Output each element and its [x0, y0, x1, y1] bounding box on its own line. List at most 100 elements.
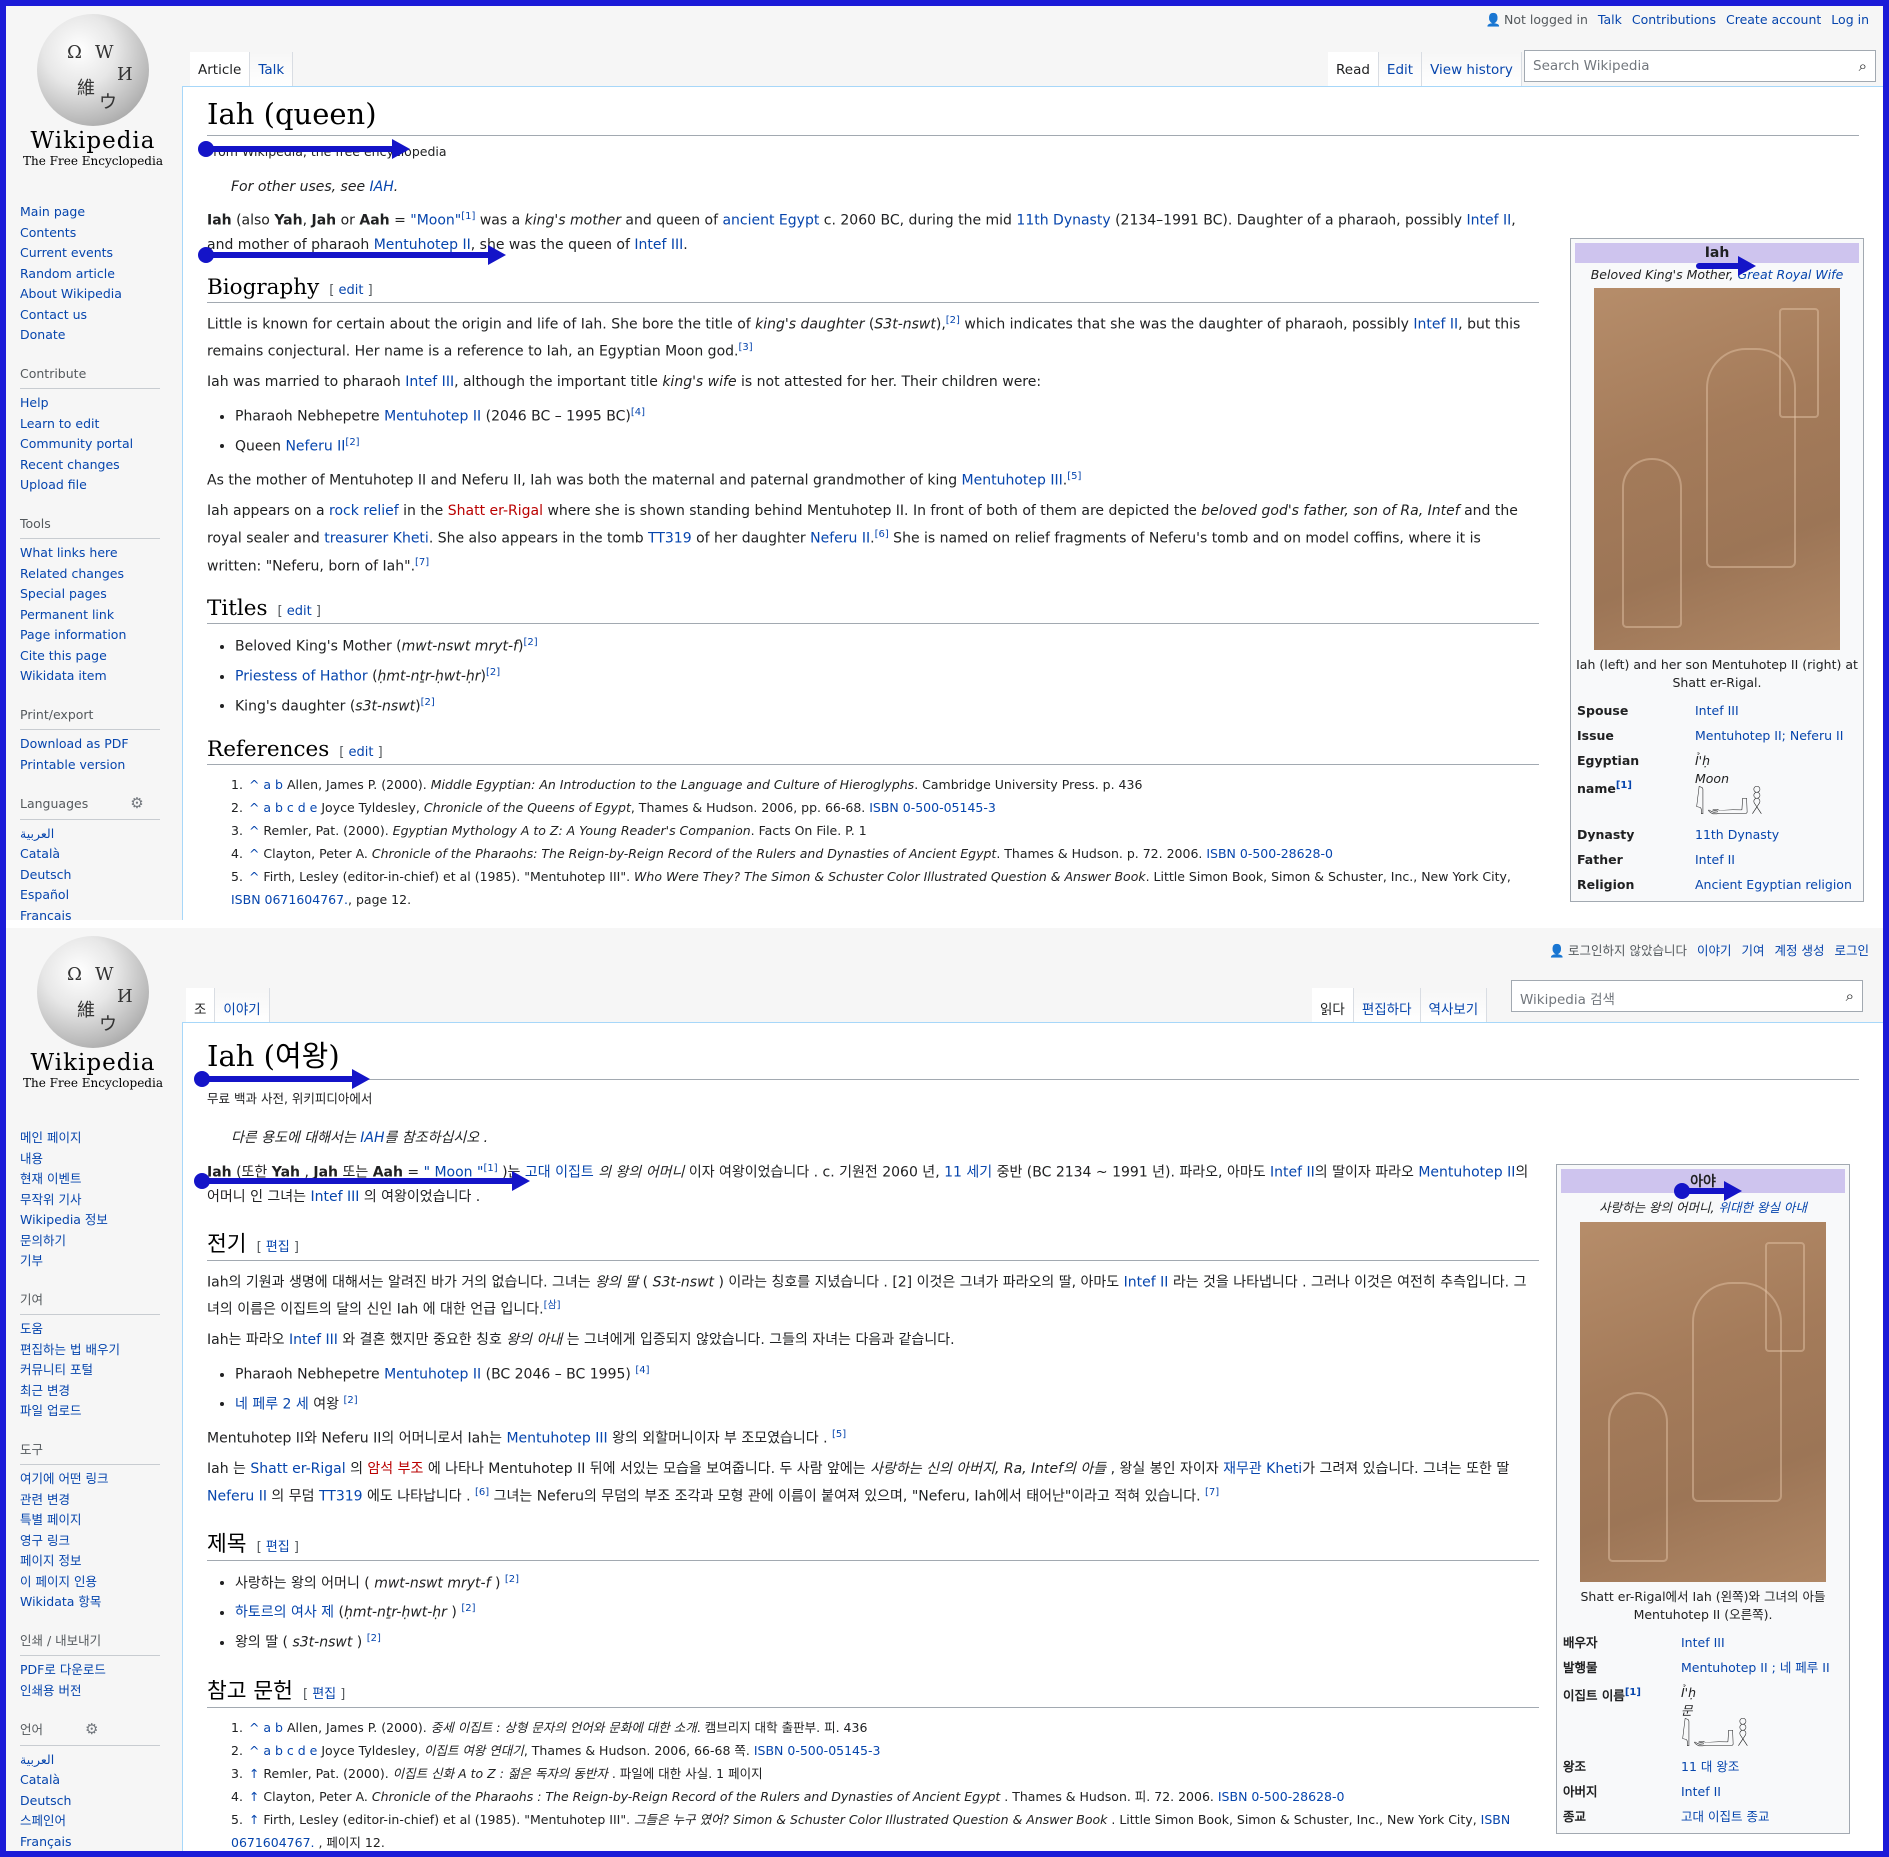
citation-link[interactable]: [2] [505, 1574, 519, 1585]
inline-link[interactable]: 11 세기 [944, 1165, 992, 1181]
language-link[interactable]: العربية [20, 824, 160, 845]
infobox-value-link[interactable]: Ancient Egyptian religion [1695, 872, 1859, 897]
inline-link[interactable]: Intef II [1124, 1274, 1169, 1290]
inline-link[interactable]: Priestess of Hathor [235, 669, 368, 685]
nav-link-contribute[interactable]: 최근 변경 [20, 1381, 160, 1402]
nav-link[interactable]: Wikipedia 정보 [20, 1210, 160, 1231]
language-link[interactable]: العربية [20, 1750, 160, 1771]
citation-link[interactable]: [6] [875, 529, 889, 540]
rock-relief-image[interactable] [1594, 288, 1840, 650]
nav-link-tools[interactable]: 특별 페이지 [20, 1510, 160, 1531]
nav-link-tools[interactable]: 관련 변경 [20, 1490, 160, 1511]
inline-link[interactable]: TT319 [648, 531, 692, 547]
language-link[interactable]: Français [20, 906, 160, 921]
backlink[interactable]: ^ a b c d e [249, 800, 317, 815]
nav-link-contribute[interactable]: Help [20, 393, 160, 414]
infobox-value-link[interactable]: 11 대 왕조 [1681, 1754, 1845, 1779]
infobox-value-link[interactable]: Mentuhotep II ; 네 페루 II [1681, 1655, 1845, 1680]
nav-link-tools[interactable]: 여기에 어떤 링크 [20, 1469, 160, 1490]
backlink[interactable]: ^ a b [249, 1720, 283, 1735]
isbn-link[interactable]: ISBN 0-500-28628-0 [1206, 846, 1333, 861]
nav-link-contribute[interactable]: Community portal [20, 434, 160, 455]
inline-link[interactable]: Neferu II [810, 531, 870, 547]
nav-link[interactable]: Main page [20, 202, 160, 223]
citation-link[interactable]: [5] [1067, 471, 1081, 482]
inline-link[interactable]: Intef III [311, 1189, 360, 1205]
inline-link[interactable]: Intef III [289, 1332, 338, 1348]
nav-link-contribute[interactable]: 도움 [20, 1319, 160, 1340]
nav-link-contribute[interactable]: Upload file [20, 475, 160, 496]
inline-link[interactable]: Intef III [405, 374, 454, 390]
inline-link[interactable]: 하토르의 여사 제 [235, 1605, 334, 1621]
inline-link[interactable]: Intef III [634, 237, 683, 253]
backlink[interactable]: ^ a b c d e [249, 1743, 317, 1758]
language-link[interactable]: 스페인어 [20, 1811, 160, 1832]
nav-link-tools[interactable]: Related changes [20, 564, 160, 585]
citation-link[interactable]: [6] [475, 1487, 489, 1498]
nav-link-tools[interactable]: Page information [20, 625, 160, 646]
nav-link-tools[interactable]: Wikidata 항목 [20, 1592, 160, 1613]
log-in-link[interactable]: Log in [1831, 12, 1869, 27]
tab-view-history[interactable]: 역사보기 [1420, 988, 1488, 1022]
citation-link[interactable]: [2] [367, 1633, 381, 1644]
nav-link-contribute[interactable]: 편집하는 법 배우기 [20, 1340, 160, 1361]
nav-link-tools[interactable]: What links here [20, 543, 160, 564]
citation-link[interactable]: [4] [635, 1365, 649, 1376]
inline-link[interactable]: Mentuhotep III [962, 473, 1063, 489]
search-input[interactable]: Search Wikipedia ⌕ [1524, 50, 1876, 82]
edit-link[interactable]: 편집 [266, 1240, 290, 1255]
tab-read[interactable]: Read [1328, 52, 1379, 86]
citation-link[interactable]: [4] [631, 407, 645, 418]
inline-link[interactable]: Mentuhotep II [374, 237, 471, 253]
inline-link[interactable]: Mentuhotep III [506, 1431, 607, 1447]
edit-link[interactable]: edit [348, 745, 373, 760]
nav-link[interactable]: Current events [20, 243, 160, 264]
tab-edit[interactable]: Edit [1378, 52, 1423, 86]
citation-link[interactable]: [2] [486, 667, 500, 678]
tab-article[interactable]: 조 [186, 988, 216, 1022]
infobox-link[interactable]: 위대한 왕실 아내 [1718, 1200, 1806, 1215]
nav-link[interactable]: Donate [20, 325, 160, 346]
nav-link-tools[interactable]: 이 페이지 인용 [20, 1572, 160, 1593]
citation-link[interactable]: [7] [1205, 1487, 1219, 1498]
create-account-link[interactable]: Create account [1726, 12, 1821, 27]
infobox-value-link[interactable]: Intef III [1695, 698, 1859, 723]
nav-link[interactable]: Contact us [20, 305, 160, 326]
hatnote-link[interactable]: IAH [360, 1130, 384, 1146]
nav-link-print[interactable]: 인쇄용 버전 [20, 1681, 160, 1702]
citation-link[interactable]: [1] [1616, 780, 1632, 791]
nav-link[interactable]: 기부 [20, 1251, 160, 1272]
backlink[interactable]: ^ [249, 823, 259, 838]
isbn-link[interactable]: ISBN 0-500-05145-3 [869, 800, 996, 815]
infobox-value-link[interactable]: Intef II [1681, 1779, 1845, 1804]
wikipedia-logo[interactable]: Ω W И 維ウ Wikipedia The Free Encyclopedia [18, 14, 168, 174]
inline-link[interactable]: "Moon" [410, 213, 461, 229]
language-link[interactable]: Français [20, 1832, 160, 1852]
tab-talk[interactable]: 이야기 [215, 988, 270, 1022]
language-link[interactable]: Deutsch [20, 865, 160, 886]
contributions-link[interactable]: Contributions [1632, 12, 1716, 27]
tab-article[interactable]: Article [190, 52, 251, 86]
inline-link[interactable]: Neferu II [285, 438, 345, 454]
nav-link[interactable]: 메인 페이지 [20, 1128, 160, 1149]
citation-link[interactable]: [7] [415, 557, 429, 568]
nav-link-tools[interactable]: Cite this page [20, 646, 160, 667]
nav-link[interactable]: Contents [20, 223, 160, 244]
contributions-link[interactable]: 기여 [1741, 943, 1764, 958]
nav-link[interactable]: 무작위 기사 [20, 1190, 160, 1211]
edit-link[interactable]: 편집 [312, 1687, 336, 1702]
inline-link[interactable]: treasurer Kheti [324, 531, 429, 547]
nav-link[interactable]: About Wikipedia [20, 284, 160, 305]
inline-link[interactable]: 재무관 Kheti [1223, 1461, 1302, 1477]
inline-link[interactable]: Intef II [1270, 1165, 1315, 1181]
redlink[interactable]: 암석 부조 [367, 1461, 423, 1477]
rock-relief-image[interactable] [1580, 1222, 1826, 1582]
nav-link-print[interactable]: PDF로 다운로드 [20, 1660, 160, 1681]
nav-link-tools[interactable]: 영구 링크 [20, 1531, 160, 1552]
nav-link[interactable]: 내용 [20, 1149, 160, 1170]
backlink[interactable]: ↑ [249, 1812, 259, 1827]
backlink[interactable]: ^ [249, 869, 259, 884]
inline-link[interactable]: 11th Dynasty [1016, 213, 1110, 229]
redlink[interactable]: Shatt er-Rigal [448, 503, 543, 519]
nav-link-contribute[interactable]: Learn to edit [20, 414, 160, 435]
